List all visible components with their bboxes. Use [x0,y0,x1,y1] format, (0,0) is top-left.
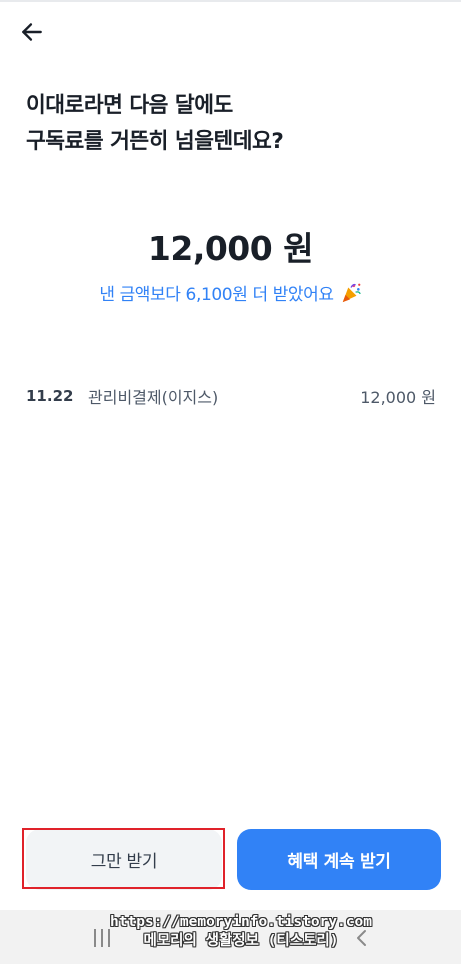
page-title-line-1: 이대로라면 다음 달에도 [26,93,233,118]
party-popper-icon [342,283,361,302]
benefit-message-text: 낸 금액보다 6,100원 더 받았어요 [99,285,334,305]
system-navigation-bar [0,910,461,964]
arrow-left-icon [22,23,42,41]
status-bar-strip [0,0,461,2]
page-title-line-2: 구독료를 거뜬히 넘을텐데요? [26,129,284,154]
transaction-row: 11.22 관리비결제(이지스) 12,000 원 [26,380,436,412]
transaction-amount: 12,000 원 [360,388,436,407]
continue-benefit-button[interactable]: 혜택 계속 받기 [237,829,441,890]
page-title: 이대로라면 다음 달에도 구독료를 거뜬히 넘을텐데요? [26,88,446,160]
chevron-left-icon[interactable] [352,928,372,948]
stop-benefit-button[interactable]: 그만 받기 [26,829,222,890]
recent-apps-icon[interactable] [90,929,114,947]
back-button[interactable] [12,14,52,50]
benefit-message: 낸 금액보다 6,100원 더 받았어요 [0,280,461,305]
total-amount: 12,000 원 [147,229,314,268]
transaction-date: 11.22 [26,387,74,405]
transaction-description: 관리비결제(이지스) [88,388,219,407]
